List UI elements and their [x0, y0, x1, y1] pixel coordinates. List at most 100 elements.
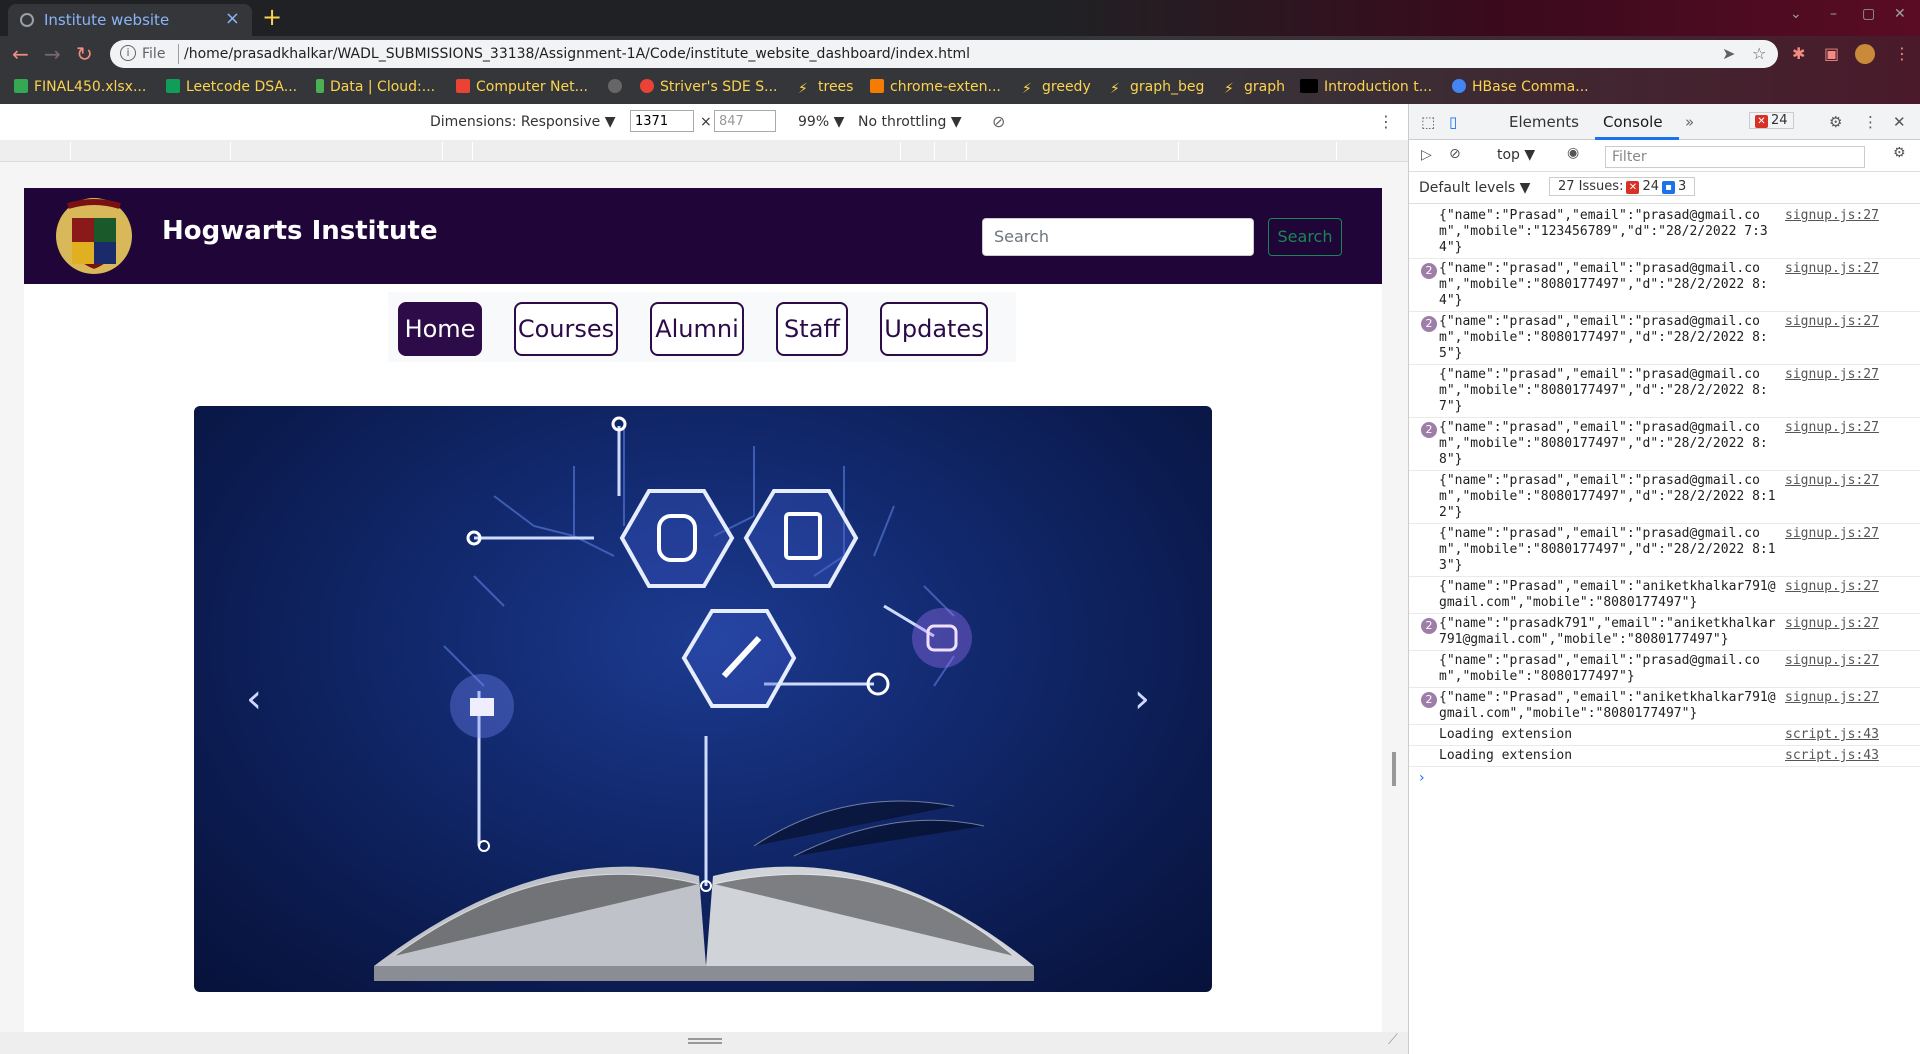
- source-link[interactable]: signup.js:27: [1785, 261, 1879, 277]
- sidepanel-icon[interactable]: ▣: [1824, 44, 1839, 63]
- bookmark-item[interactable]: ⚡ graph_beg: [1110, 79, 1204, 97]
- nav-courses[interactable]: Courses: [514, 302, 618, 356]
- bookmark-item[interactable]: HBase Comma...: [1452, 79, 1589, 95]
- console-log-row[interactable]: {"name":"prasad","email":"prasad@gmail.c…: [1409, 651, 1920, 688]
- context-select[interactable]: top ▼: [1497, 147, 1535, 163]
- console-log-row[interactable]: {"name":"prasad","email":"prasad@gmail.c…: [1409, 365, 1920, 418]
- media-query-ruler[interactable]: [0, 140, 1408, 162]
- console-prompt[interactable]: ›: [1409, 767, 1920, 789]
- bookmark-item[interactable]: Data | Cloud:...: [316, 79, 435, 95]
- new-tab-button[interactable]: +: [262, 3, 282, 31]
- extensions-icon[interactable]: ✱: [1792, 44, 1805, 63]
- source-link[interactable]: signup.js:27: [1785, 653, 1879, 669]
- back-icon[interactable]: ←: [12, 42, 29, 66]
- levels-select[interactable]: Default levels ▼: [1419, 180, 1530, 196]
- console-log-row[interactable]: {"name":"prasad","email":"prasad@gmail.c…: [1409, 471, 1920, 524]
- console-log-row[interactable]: {"name":"Prasad","email":"prasad@gmail.c…: [1409, 206, 1920, 259]
- error-badge[interactable]: ✕ 24: [1749, 112, 1794, 129]
- bookmark-item[interactable]: Computer Net...: [456, 79, 588, 95]
- bookmark-item[interactable]: [608, 79, 628, 95]
- source-link[interactable]: script.js:43: [1785, 727, 1879, 743]
- drive-icon: [14, 79, 28, 93]
- browser-tab[interactable]: Institute website ×: [8, 4, 252, 36]
- inspect-icon[interactable]: ⬚: [1421, 113, 1435, 131]
- panel-resize-handle[interactable]: [1392, 752, 1396, 786]
- maximize-icon[interactable]: ▢: [1862, 6, 1875, 22]
- resize-corner-icon[interactable]: ⟋: [1388, 1032, 1398, 1048]
- console-log-row[interactable]: 2 {"name":"Prasad","email":"aniketkhalkar…: [1409, 688, 1920, 725]
- throttling-select[interactable]: No throttling ▼: [858, 114, 962, 130]
- close-devtools-icon[interactable]: ✕: [1893, 113, 1906, 131]
- nav-alumni[interactable]: Alumni: [650, 302, 744, 356]
- address-bar[interactable]: i File /home/prasadkhalkar/WADL_SUBMISSI…: [110, 40, 1778, 68]
- more-options-icon[interactable]: ⋮: [1378, 112, 1394, 131]
- filter-input[interactable]: Filter: [1605, 146, 1865, 168]
- carousel-next-icon[interactable]: ›: [1134, 676, 1150, 722]
- bookmark-star-icon[interactable]: ☆: [1752, 44, 1766, 63]
- lightning-icon: ⚡: [1110, 81, 1120, 97]
- console-log-row[interactable]: 2 {"name":"prasad","email":"prasad@gmail.…: [1409, 259, 1920, 312]
- reload-icon[interactable]: ↻: [76, 42, 93, 66]
- nav-staff[interactable]: Staff: [776, 302, 848, 356]
- source-link[interactable]: signup.js:27: [1785, 473, 1879, 489]
- source-link[interactable]: script.js:43: [1785, 748, 1879, 764]
- tab-elements[interactable]: Elements: [1509, 113, 1579, 131]
- carousel-prev-icon[interactable]: ‹: [246, 676, 262, 722]
- menu-kebab-icon[interactable]: ⋮: [1894, 44, 1910, 63]
- devtools-panel: ⬚ ▯ Elements Console » ✕ 24 ⚙ ⋮ ✕ ▷ ⊘ top…: [1408, 104, 1920, 1054]
- devtools-menu-icon[interactable]: ⋮: [1863, 113, 1878, 131]
- bookmark-item[interactable]: Introduction t...: [1300, 79, 1432, 95]
- dimensions-select[interactable]: Dimensions: Responsive ▼: [430, 114, 616, 130]
- source-link[interactable]: signup.js:27: [1785, 579, 1879, 595]
- tab-close-icon[interactable]: ×: [225, 8, 240, 29]
- bookmark-item[interactable]: ⚡ trees: [798, 79, 853, 97]
- console-log-row[interactable]: 2 {"name":"prasad","email":"prasad@gmail.…: [1409, 312, 1920, 365]
- nav-home[interactable]: Home: [398, 302, 482, 356]
- source-link[interactable]: signup.js:27: [1785, 526, 1879, 542]
- bookmark-item[interactable]: chrome-exten...: [870, 79, 1001, 95]
- zoom-select[interactable]: 99% ▼: [798, 114, 844, 130]
- console-log-row[interactable]: Loading extension script.js:43: [1409, 725, 1920, 746]
- rotate-icon[interactable]: ⊘: [992, 112, 1005, 131]
- console-log-row[interactable]: {"name":"Prasad","email":"aniketkhalkar7…: [1409, 577, 1920, 614]
- bookmark-item[interactable]: FINAL450.xlsx...: [14, 79, 146, 95]
- profile-avatar[interactable]: [1855, 44, 1875, 64]
- bookmark-item[interactable]: Striver's SDE S...: [640, 79, 777, 95]
- source-link[interactable]: signup.js:27: [1785, 616, 1879, 632]
- source-link[interactable]: signup.js:27: [1785, 367, 1879, 383]
- info-icon[interactable]: i: [120, 45, 136, 61]
- bookmark-item[interactable]: ⚡ greedy: [1022, 79, 1091, 97]
- tab-search-icon[interactable]: ⌄: [1790, 6, 1802, 22]
- sidebar-toggle-icon[interactable]: ▷: [1421, 147, 1432, 163]
- tab-console[interactable]: Console: [1603, 113, 1663, 131]
- send-icon[interactable]: ➤: [1722, 44, 1735, 63]
- eye-icon[interactable]: ◉: [1567, 145, 1579, 161]
- clear-console-icon[interactable]: ⊘: [1449, 146, 1461, 162]
- close-window-icon[interactable]: ✕: [1894, 6, 1906, 22]
- device-toggle-icon[interactable]: ▯: [1449, 113, 1457, 131]
- forward-icon[interactable]: →: [44, 42, 61, 66]
- source-link[interactable]: signup.js:27: [1785, 314, 1879, 330]
- issues-counter[interactable]: 27 Issues: ✕ 24 ▪ 3: [1549, 177, 1696, 196]
- console-settings-icon[interactable]: ⚙: [1893, 145, 1906, 161]
- height-input[interactable]: [714, 110, 776, 132]
- console-log-row[interactable]: {"name":"prasad","email":"prasad@gmail.c…: [1409, 524, 1920, 577]
- viewport-bottom-handle[interactable]: [0, 1032, 1408, 1054]
- console-log-row[interactable]: Loading extension script.js:43: [1409, 746, 1920, 767]
- console-log-row[interactable]: 2 {"name":"prasad","email":"prasad@gmail.…: [1409, 418, 1920, 471]
- search-button[interactable]: Search: [1268, 218, 1342, 256]
- nav-updates[interactable]: Updates: [880, 302, 988, 356]
- lightning-icon: ⚡: [798, 81, 808, 97]
- source-link[interactable]: signup.js:27: [1785, 690, 1879, 706]
- search-input[interactable]: Search: [982, 218, 1254, 256]
- width-input[interactable]: [630, 110, 694, 132]
- minimize-icon[interactable]: –: [1830, 6, 1837, 22]
- console-log-row[interactable]: 2 {"name":"prasadk791","email":"aniketkha…: [1409, 614, 1920, 651]
- source-link[interactable]: signup.js:27: [1785, 208, 1879, 224]
- bookmark-item[interactable]: ⚡ graph: [1224, 79, 1285, 97]
- bookmark-item[interactable]: Leetcode DSA...: [166, 79, 297, 95]
- more-tabs-icon[interactable]: »: [1685, 113, 1694, 131]
- url-text[interactable]: /home/prasadkhalkar/WADL_SUBMISSIONS_331…: [184, 46, 970, 62]
- gear-icon[interactable]: ⚙: [1829, 113, 1842, 131]
- source-link[interactable]: signup.js:27: [1785, 420, 1879, 436]
